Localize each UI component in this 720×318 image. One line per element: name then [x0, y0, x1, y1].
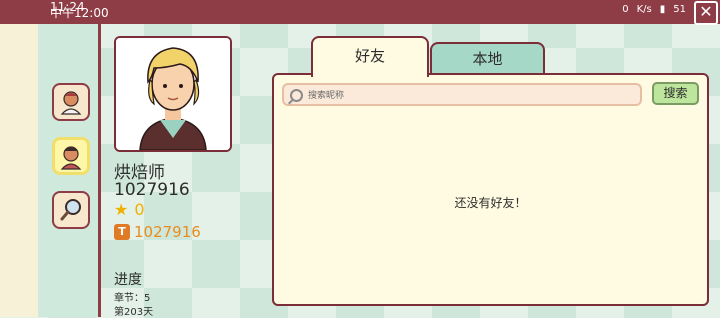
tab-friends[interactable]: 好友 [311, 36, 429, 77]
left-strip [0, 24, 38, 317]
profile-id: 1027916 [114, 180, 190, 200]
chapter-text: 章节：5 [114, 293, 151, 304]
coin-icon: T [114, 224, 130, 240]
sidebar-button-search[interactable] [52, 191, 90, 229]
empty-message: 还没有好友！ [454, 196, 527, 210]
avatar [114, 36, 232, 152]
character-2-icon [57, 142, 85, 170]
battery-icon: 51 [673, 4, 686, 15]
status-subtime: 中午12:00 [50, 6, 109, 20]
sidebar-button-character-1[interactable] [52, 83, 90, 121]
status-indicators: 0 K/s ▮ 51 [622, 4, 686, 16]
stars-count: 0 [134, 200, 145, 219]
indicator-1: K/s [636, 4, 652, 15]
sidebar-button-character-2[interactable] [52, 137, 90, 175]
wifi-icon: ▮ [659, 4, 666, 15]
day-text: 第203天 [114, 307, 154, 318]
friends-panel [272, 73, 709, 306]
star-icon: ★ [114, 200, 129, 219]
search-placeholder: 搜索昵称 [308, 91, 345, 101]
search-button[interactable]: 搜索 [652, 82, 699, 105]
close-button[interactable]: ✕ [694, 1, 718, 25]
indicator-0: 0 [622, 4, 629, 15]
search-icon [290, 89, 303, 102]
coins-row: T 1027916 [114, 223, 201, 241]
status-bar: 11:24 中午12:00 0 K/s ▮ 51 ✕ [0, 0, 720, 25]
search-input[interactable]: 搜索昵称 [282, 83, 642, 106]
progress-title: 进度 [114, 272, 142, 288]
tab-local[interactable]: 本地 [430, 42, 545, 74]
stars-row: ★ 0 [114, 200, 145, 219]
magnifier-icon [57, 196, 85, 224]
coins-count: 1027916 [134, 223, 201, 241]
character-1-icon [57, 88, 85, 116]
